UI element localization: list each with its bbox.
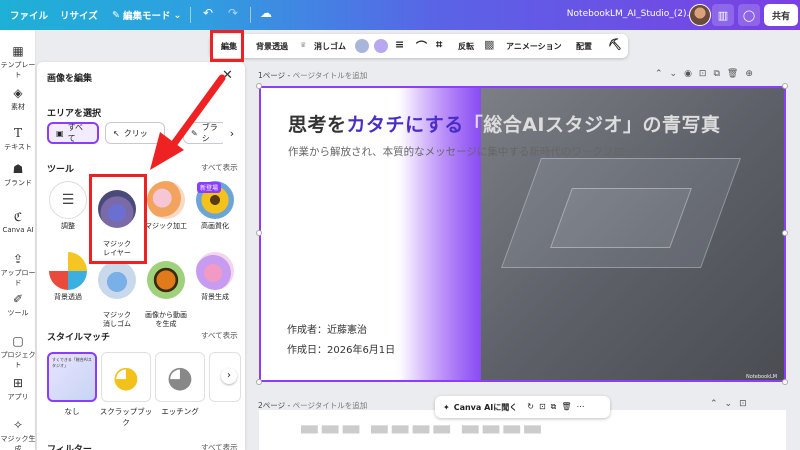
annotation-arrow bbox=[150, 74, 226, 170]
